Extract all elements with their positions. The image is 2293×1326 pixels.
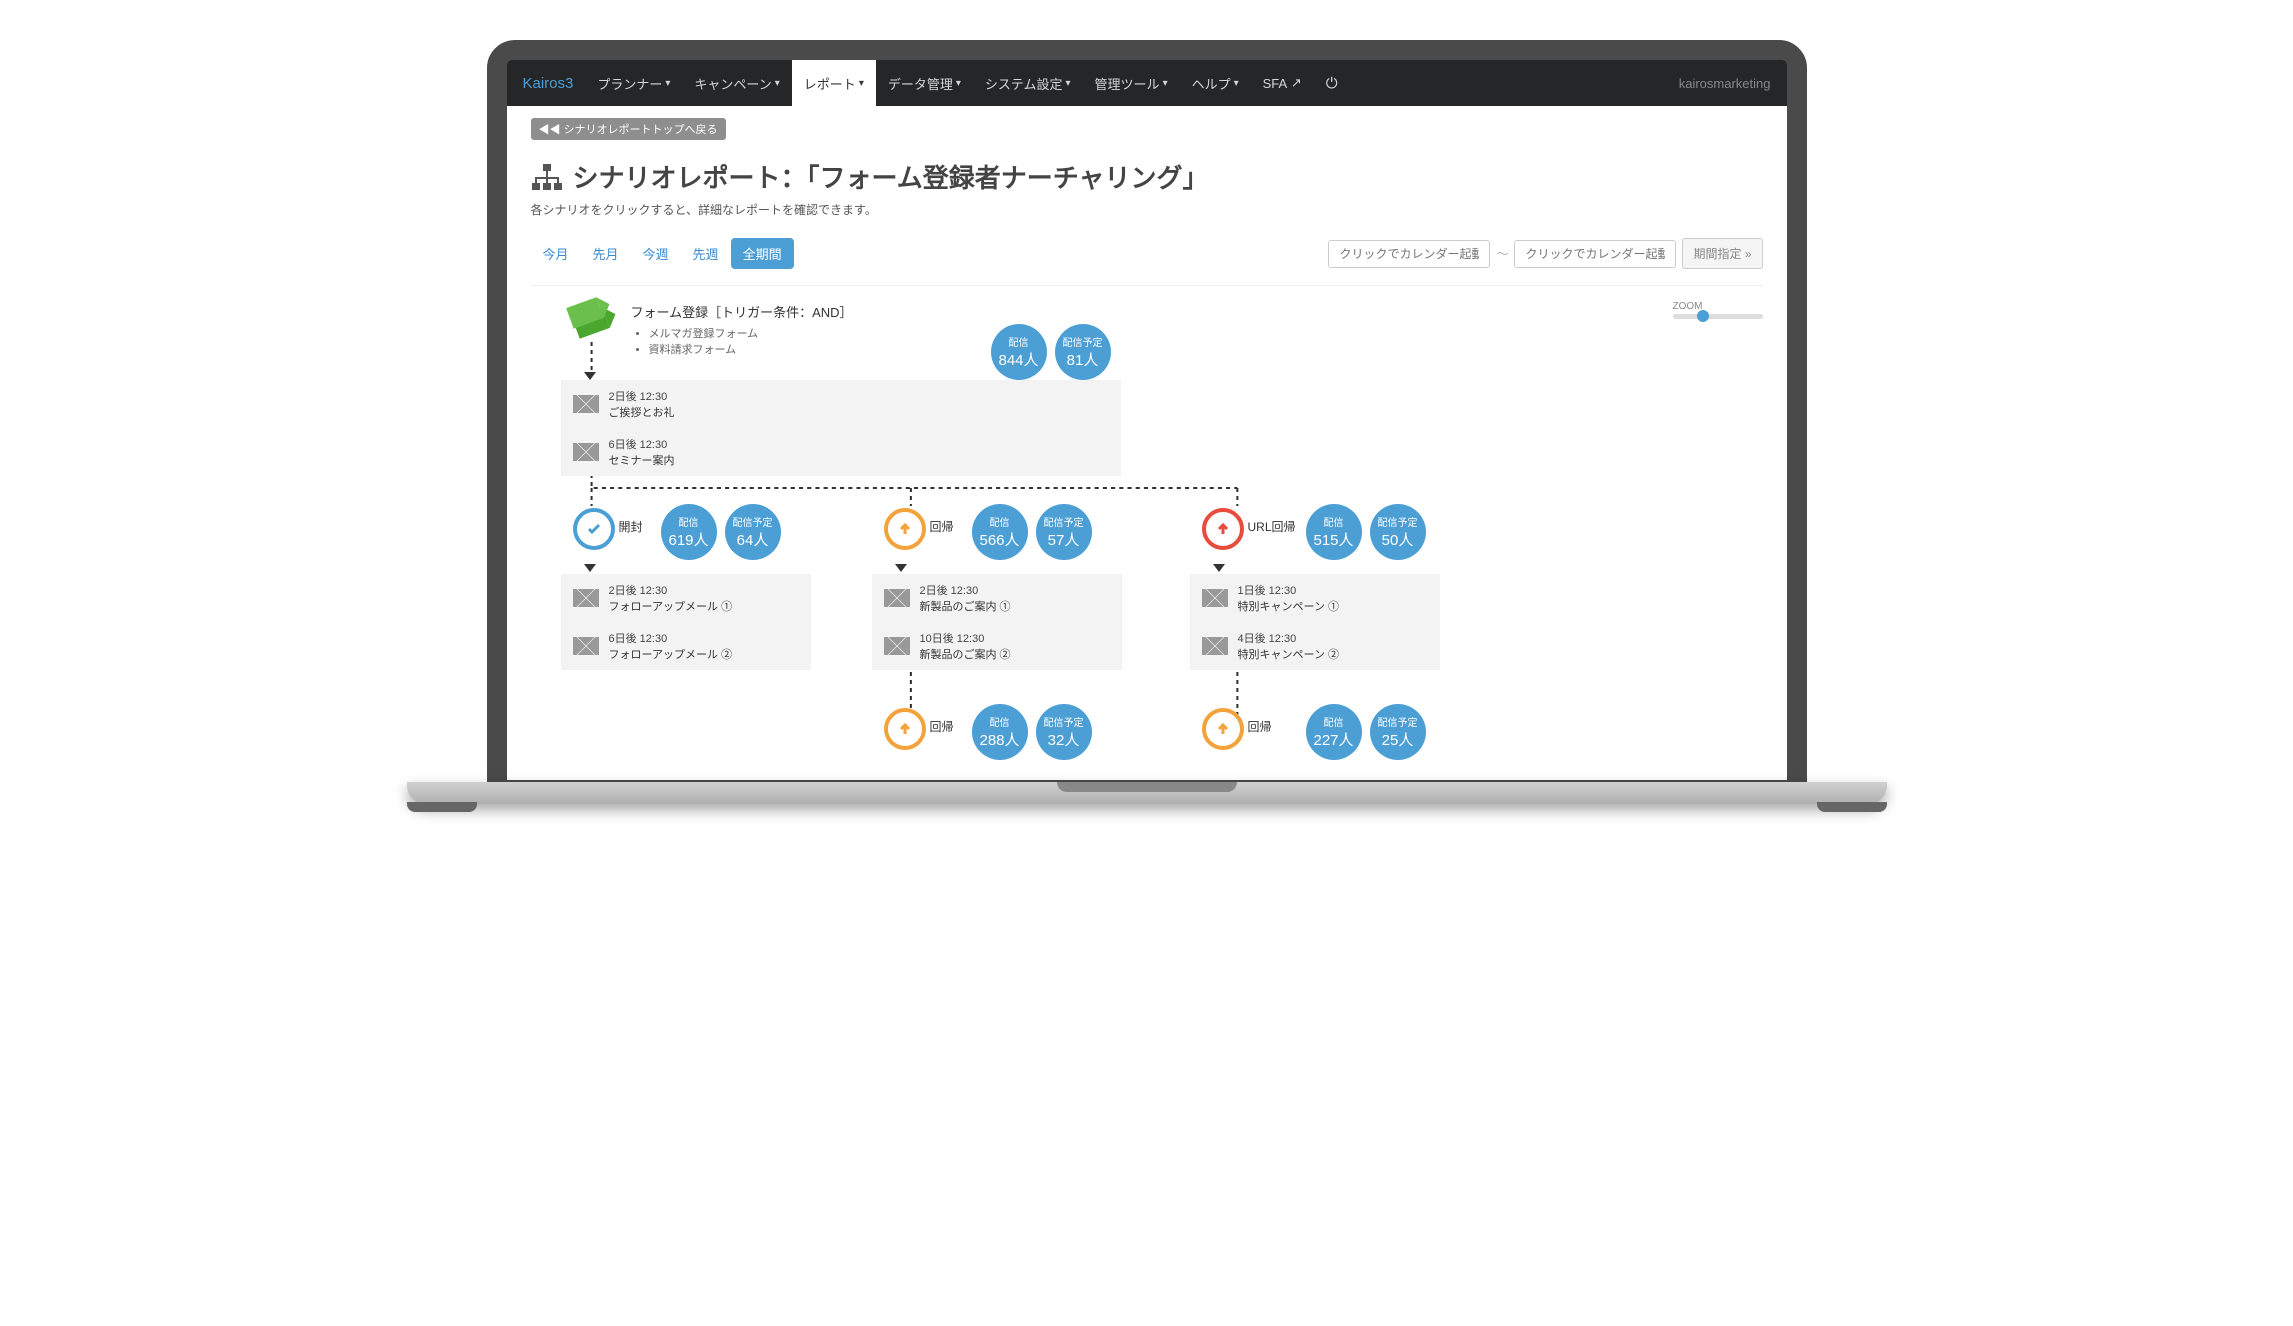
date-from-input[interactable] xyxy=(1328,240,1490,268)
arrow-icon xyxy=(895,564,907,572)
nav-system[interactable]: システム設定▾ xyxy=(973,60,1083,106)
branch-label: URL回帰 xyxy=(1248,518,1296,535)
mail-icon xyxy=(1202,589,1228,607)
period-tab-lastweek[interactable]: 先週 xyxy=(681,238,731,269)
mail-icon xyxy=(573,443,599,461)
account-name[interactable]: kairosmarketing xyxy=(1679,76,1771,91)
mail-icon xyxy=(884,637,910,655)
chevron-down-icon: ▾ xyxy=(1234,78,1239,89)
page-subtitle: 各シナリオをクリックすると、詳細なレポートを確認できます。 xyxy=(531,201,1763,218)
date-to-input[interactable] xyxy=(1514,240,1676,268)
branch-label: 回帰 xyxy=(1248,718,1272,735)
page-title: シナリオレポート：「フォーム登録者ナーチャリング」 xyxy=(573,158,1209,195)
chevron-down-icon: ▾ xyxy=(859,78,864,89)
branch-icon-return[interactable] xyxy=(884,708,926,750)
branch-icon-url-return[interactable] xyxy=(1202,508,1244,550)
nav-campaign[interactable]: キャンペーン▾ xyxy=(682,60,791,106)
chevron-down-icon: ▾ xyxy=(775,78,780,89)
trigger-item: 資料請求フォーム xyxy=(649,341,853,357)
mail-icon xyxy=(573,395,599,413)
chevron-down-icon: ▾ xyxy=(1066,78,1071,89)
arrow-icon xyxy=(584,372,596,380)
step-block[interactable]: 2日後 12:30新製品のご案内 ① 10日後 12:30新製品のご案内 ② xyxy=(872,574,1122,670)
trigger-item: メルマガ登録フォーム xyxy=(649,325,853,341)
brand-logo[interactable]: Kairos3 xyxy=(523,75,574,92)
metric-scheduled[interactable]: 配信予定25人 xyxy=(1370,704,1426,760)
step-block[interactable]: 1日後 12:30特別キャンペーン ① 4日後 12:30特別キャンペーン ② xyxy=(1190,574,1440,670)
tag-icon xyxy=(569,302,617,342)
nav-help[interactable]: ヘルプ▾ xyxy=(1180,60,1251,106)
external-link-icon: ↗ xyxy=(1291,75,1302,91)
period-tab-lastmonth[interactable]: 先月 xyxy=(581,238,631,269)
branch-icon-open[interactable] xyxy=(573,508,615,550)
metric-scheduled[interactable]: 配信予定64人 xyxy=(725,504,781,560)
laptop-frame: Kairos3 プランナー▾ キャンペーン▾ レポート▾ データ管理▾ システム… xyxy=(487,40,1807,782)
apply-range-button[interactable]: 期間指定 » xyxy=(1682,238,1762,269)
chevron-down-icon: ▾ xyxy=(956,78,961,89)
power-icon[interactable]: ⏻ xyxy=(1314,60,1350,106)
mail-icon xyxy=(884,589,910,607)
nav-planner[interactable]: プランナー▾ xyxy=(585,60,682,106)
page-title-row: シナリオレポート：「フォーム登録者ナーチャリング」 xyxy=(531,158,1763,195)
nav-admin[interactable]: 管理ツール▾ xyxy=(1083,60,1180,106)
branch-label: 回帰 xyxy=(930,518,954,535)
nav-report[interactable]: レポート▾ xyxy=(792,60,876,106)
metric-sent[interactable]: 配信288人 xyxy=(972,704,1028,760)
step-block[interactable]: 2日後 12:30フォローアップメール ① 6日後 12:30フォローアップメー… xyxy=(561,574,811,670)
arrow-icon xyxy=(1213,564,1225,572)
step-block[interactable]: 2日後 12:30ご挨拶とお礼 6日後 12:30セミナー案内 xyxy=(561,380,1121,476)
top-navbar: Kairos3 プランナー▾ キャンペーン▾ レポート▾ データ管理▾ システム… xyxy=(507,60,1787,106)
period-tab-all[interactable]: 全期間 xyxy=(731,238,794,269)
metric-scheduled[interactable]: 配信予定50人 xyxy=(1370,504,1426,560)
chevron-down-icon: ▾ xyxy=(665,78,670,89)
metric-sent[interactable]: 配信566人 xyxy=(972,504,1028,560)
period-tab-thisweek[interactable]: 今週 xyxy=(631,238,681,269)
mail-icon xyxy=(573,637,599,655)
branch-icon-return[interactable] xyxy=(884,508,926,550)
metric-sent[interactable]: 配信227人 xyxy=(1306,704,1362,760)
chevron-down-icon: ▾ xyxy=(1163,78,1168,89)
period-filter-bar: 今月 先月 今週 先週 全期間 〜 期間指定 » xyxy=(531,238,1763,286)
metric-sent[interactable]: 配信515人 xyxy=(1306,504,1362,560)
mail-icon xyxy=(573,589,599,607)
branch-label: 回帰 xyxy=(930,718,954,735)
trigger-node[interactable]: フォーム登録［トリガー条件：AND］ メルマガ登録フォーム 資料請求フォーム xyxy=(569,302,853,357)
metric-scheduled[interactable]: 配信予定32人 xyxy=(1036,704,1092,760)
branch-label: 開封 xyxy=(619,518,643,535)
laptop-base xyxy=(407,782,1887,810)
trigger-title: フォーム登録［トリガー条件：AND］ xyxy=(631,302,853,321)
back-link[interactable]: ◀◀ シナリオレポートトップへ戻る xyxy=(531,118,726,140)
metric-scheduled[interactable]: 配信予定57人 xyxy=(1036,504,1092,560)
metric-sent[interactable]: 配信844人 xyxy=(991,324,1047,380)
nav-data[interactable]: データ管理▾ xyxy=(876,60,973,106)
period-tab-thismonth[interactable]: 今月 xyxy=(531,238,581,269)
sitemap-icon xyxy=(531,164,563,190)
date-range-separator: 〜 xyxy=(1496,245,1508,262)
metric-sent[interactable]: 配信619人 xyxy=(661,504,717,560)
metric-scheduled[interactable]: 配信予定81人 xyxy=(1055,324,1111,380)
mail-icon xyxy=(1202,637,1228,655)
branch-icon-return[interactable] xyxy=(1202,708,1244,750)
scenario-flow: フォーム登録［トリガー条件：AND］ メルマガ登録フォーム 資料請求フォーム 配… xyxy=(531,296,1763,780)
arrow-icon xyxy=(584,564,596,572)
screen: Kairos3 プランナー▾ キャンペーン▾ レポート▾ データ管理▾ システム… xyxy=(507,60,1787,780)
nav-sfa[interactable]: SFA ↗ xyxy=(1251,60,1314,106)
